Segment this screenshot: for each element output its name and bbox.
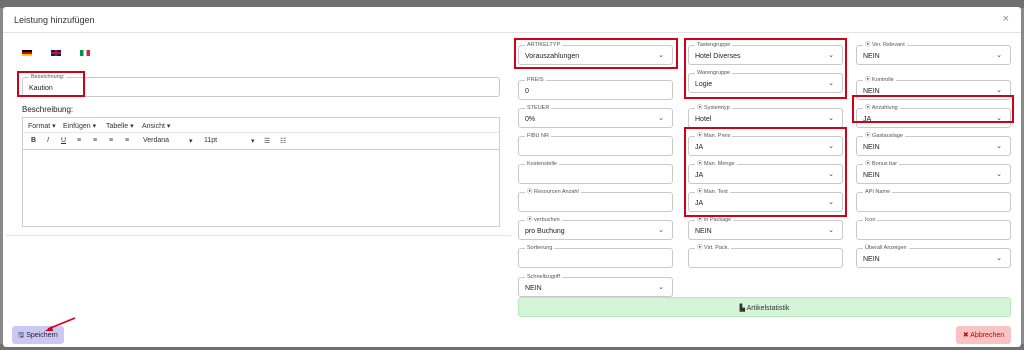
beschreibung-label: Beschreibung: [22, 105, 74, 114]
font-size-chevron-icon[interactable]: ▾ [251, 137, 255, 145]
underline-button[interactable]: U [61, 137, 66, 144]
numbered-list-icon[interactable]: ☷ [280, 137, 286, 145]
add-service-modal: Leistung hinzufügen × Bezeichnung: Kauti… [3, 7, 1021, 347]
bezeichnung-field[interactable]: Bezeichnung: Kaution [22, 73, 500, 97]
in-package-label: ⦿ in Package [695, 216, 734, 224]
font-chevron-icon[interactable]: ▾ [189, 137, 193, 145]
menu-insert[interactable]: Einfügen ▾ [63, 122, 96, 130]
preis-value: 0 [525, 88, 529, 95]
verbuchen-value: pro Buchung [525, 228, 565, 235]
gastauslage-value: NEIN [863, 144, 880, 151]
schnellzugriff-select[interactable]: Schnellzugriff NEIN ⌄ [518, 273, 673, 297]
bonus-bar-value: NEIN [863, 172, 880, 179]
resourcen-label: ⦿ Resourcen Anzahl [525, 188, 581, 196]
rich-text-editor[interactable]: Format ▾ Einfügen ▾ Tabelle ▾ Ansicht ▾ … [22, 117, 500, 227]
chevron-down-icon: ⌄ [996, 87, 1002, 94]
artikelstatistik-label: ▙ Artikelstatistik [739, 305, 790, 312]
preis-field[interactable]: PREIS 0 [518, 76, 673, 100]
gastauslage-select[interactable]: ⦿ Gastauslage NEIN ⌄ [856, 132, 1011, 156]
preis-label: PREIS [525, 76, 546, 84]
menu-format[interactable]: Format ▾ [28, 122, 56, 130]
ver-relevant-value: NEIN [863, 53, 880, 60]
chevron-down-icon: ⌄ [658, 227, 664, 234]
flag-gb-icon[interactable] [51, 50, 61, 56]
ueberall-label: Überall Anzeigen [863, 244, 909, 252]
font-size-select[interactable]: 11pt [204, 137, 217, 144]
virt-pack-field[interactable]: ⦿ Virt. Pack. [688, 244, 843, 268]
in-package-value: NEIN [695, 228, 712, 235]
steuer-label: STEUER [525, 104, 552, 112]
steuer-value: 0% [525, 116, 536, 123]
flag-it-icon[interactable] [80, 50, 90, 56]
resourcen-anzahl-field[interactable]: ⦿ Resourcen Anzahl [518, 188, 673, 212]
editor-menubar: Format ▾ Einfügen ▾ Tabelle ▾ Ansicht ▾ [23, 118, 499, 133]
highlight-bezeichnung [17, 71, 85, 97]
chevron-down-icon: ⌄ [658, 115, 664, 122]
section-divider [6, 235, 511, 236]
ver-relevant-label: ⦿ Ver. Relevant [863, 41, 907, 49]
highlight-manual [684, 127, 847, 217]
menu-table[interactable]: Tabelle ▾ [106, 122, 134, 130]
chevron-down-icon: ⌄ [996, 255, 1002, 262]
kontrolle-value: NEIN [863, 88, 880, 95]
ueberall-value: NEIN [863, 256, 880, 263]
font-family-select[interactable]: Verdana [143, 137, 169, 144]
sortierung-field[interactable]: Sortierung [518, 244, 673, 268]
chevron-down-icon: ⌄ [828, 227, 834, 234]
fibu-field[interactable]: FIBU NR [518, 132, 673, 156]
gastauslage-label: ⦿ Gastauslage [863, 132, 905, 140]
systemtyp-select[interactable]: ⦿ Systemtyp Hotel ⌄ [688, 104, 843, 128]
steuer-select[interactable]: STEUER 0% ⌄ [518, 104, 673, 128]
bonus-bar-select[interactable]: ⦿ Bonus bar NEIN ⌄ [856, 160, 1011, 184]
api-name-field[interactable]: API Name [856, 188, 1011, 212]
flag-de-icon[interactable] [22, 50, 32, 56]
kostenstelle-field[interactable]: Kostenstelle [518, 160, 673, 184]
align-right-icon[interactable]: ≡ [109, 137, 113, 144]
align-justify-icon[interactable]: ≡ [125, 137, 129, 144]
align-center-icon[interactable]: ≡ [93, 137, 97, 144]
bold-button[interactable]: B [31, 137, 36, 144]
chevron-down-icon: ⌄ [996, 171, 1002, 178]
red-arrow-annotation [45, 317, 76, 331]
api-name-label: API Name [863, 188, 893, 196]
kontrolle-label: ⦿ Kontrolle [863, 76, 896, 84]
close-icon[interactable]: × [1003, 13, 1009, 25]
systemtyp-value: Hotel [695, 116, 712, 123]
sortierung-label: Sortierung [525, 244, 555, 252]
schnellzugriff-label: Schnellzugriff [525, 273, 562, 281]
schnellzugriff-value: NEIN [525, 285, 542, 292]
in-package-select[interactable]: ⦿ in Package NEIN ⌄ [688, 216, 843, 240]
bonus-bar-label: ⦿ Bonus bar [863, 160, 900, 168]
chevron-down-icon: ⌄ [828, 115, 834, 122]
highlight-gruppen [684, 38, 847, 99]
artikelstatistik-button[interactable]: ▙ Artikelstatistik [518, 297, 1011, 317]
icon-label: Icon [863, 216, 878, 224]
modal-header: Leistung hinzufügen × [3, 7, 1021, 33]
chevron-down-icon: ⌄ [996, 143, 1002, 150]
italic-button[interactable]: I [47, 137, 49, 144]
bullet-list-icon[interactable]: ☰ [264, 137, 270, 145]
editor-toolbar: B I U ≡ ≡ ≡ ≡ Verdana ▾ 11pt ▾ ☰ ☷ [23, 133, 499, 150]
modal-title: Leistung hinzufügen [14, 15, 95, 25]
verbuchen-label: ⦿ verbuchen [525, 216, 562, 224]
ver-relevant-select[interactable]: ⦿ Ver. Relevant NEIN ⌄ [856, 41, 1011, 65]
fibu-label: FIBU NR [525, 132, 551, 140]
kostenstelle-label: Kostenstelle [525, 160, 559, 168]
highlight-artikeltyp [514, 38, 678, 69]
verbuchen-select[interactable]: ⦿ verbuchen pro Buchung ⌄ [518, 216, 673, 240]
chevron-down-icon: ⌄ [658, 284, 664, 291]
icon-field[interactable]: Icon [856, 216, 1011, 240]
virt-pack-label: ⦿ Virt. Pack. [695, 244, 731, 252]
ueberall-anzeigen-select[interactable]: Überall Anzeigen NEIN ⌄ [856, 244, 1011, 268]
save-label: 🖫 Speichern [18, 332, 58, 339]
align-left-icon[interactable]: ≡ [77, 137, 81, 144]
cancel-button[interactable]: ✖ Abbrechen [956, 326, 1011, 344]
chevron-down-icon: ⌄ [996, 52, 1002, 59]
highlight-anzahlung [852, 95, 1014, 123]
menu-view[interactable]: Ansicht ▾ [142, 122, 170, 130]
systemtyp-label: ⦿ Systemtyp [695, 104, 732, 112]
cancel-label: ✖ Abbrechen [962, 332, 1005, 339]
